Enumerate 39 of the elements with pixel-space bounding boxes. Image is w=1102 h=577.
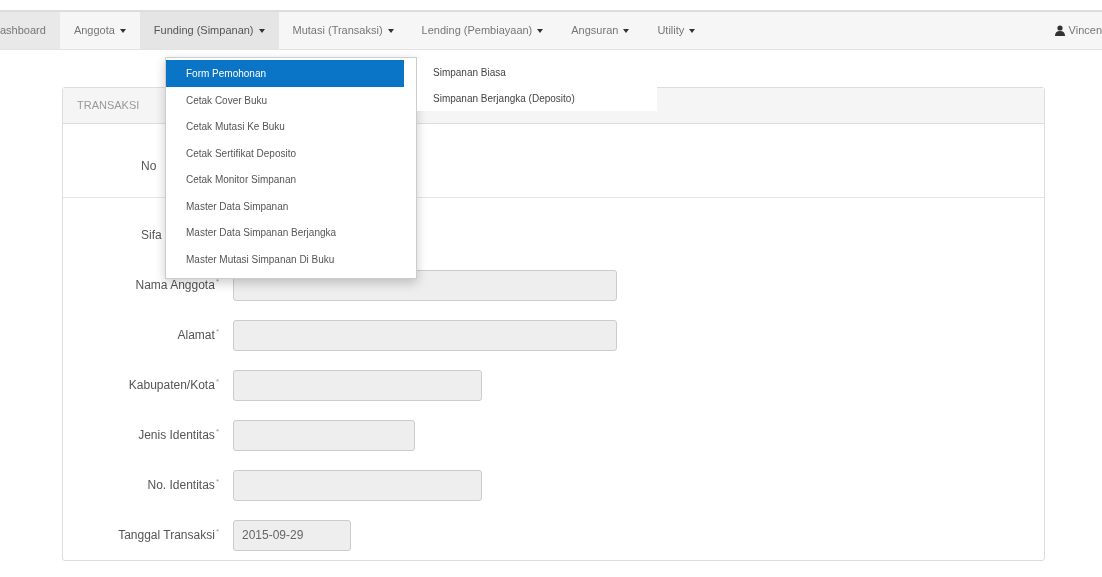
input-field[interactable] [233,319,617,351]
menu-item[interactable]: Cetak Mutasi Ke Buku [166,113,416,140]
required-marker: * [215,526,219,538]
menu-item[interactable]: Cetak Monitor Simpanan [166,166,416,193]
field-label: Sifa [141,227,162,244]
nav-dropdown[interactable]: Utility [643,12,710,49]
user-icon [1054,25,1065,36]
field-label: No. Identitas* [146,476,220,494]
field-label: Alamat* [176,326,220,344]
required-marker: * [215,376,219,388]
nav-link[interactable]: ashboard [0,12,60,49]
field-label: Tanggal Transaksi* [117,526,220,544]
field-label: Jenis Identitas* [137,426,220,444]
nav-dropdown[interactable]: Anggota [59,12,140,49]
required-marker: * [215,476,219,488]
menu-item[interactable]: Master Data Simpanan [166,192,416,219]
input-field[interactable] [233,369,482,401]
required-marker: * [215,326,219,338]
field-label: Kabupaten/Kota* [127,376,220,394]
nav-dropdown[interactable]: Lending (Pembiayaan) [407,12,558,49]
menu-item[interactable]: Master Data Simpanan Berjangka [166,219,416,246]
menu-item[interactable]: Master Mutasi Simpanan Di Buku [166,245,416,272]
input-field[interactable]: 2015-09-29 [233,519,351,551]
nav-dropdown[interactable]: Angsuran [557,12,644,49]
input-field[interactable] [233,419,415,451]
submenu-item[interactable]: Simpanan Biasa [417,59,657,85]
nav-dropdown[interactable]: Funding (Simpanan) [139,12,279,49]
menu-item[interactable]: Cetak Sertifikat Deposito [166,139,416,166]
menu-item[interactable]: Cetak Cover Buku [166,86,416,113]
field-label: Nama Anggota* [134,276,220,294]
input-field[interactable] [233,469,482,501]
field-label: No [141,158,157,175]
submenu-item[interactable]: Simpanan Berjangka (Deposito) [417,85,657,111]
required-marker: * [215,426,219,438]
user-menu[interactable]: Vincen [1040,12,1102,49]
nav-dropdown[interactable]: Mutasi (Transaksi) [278,12,408,49]
card-title: TRANSAKSI [77,98,140,114]
menu-item[interactable]: Form Pemohonan [166,60,404,87]
required-marker: * [215,276,219,288]
